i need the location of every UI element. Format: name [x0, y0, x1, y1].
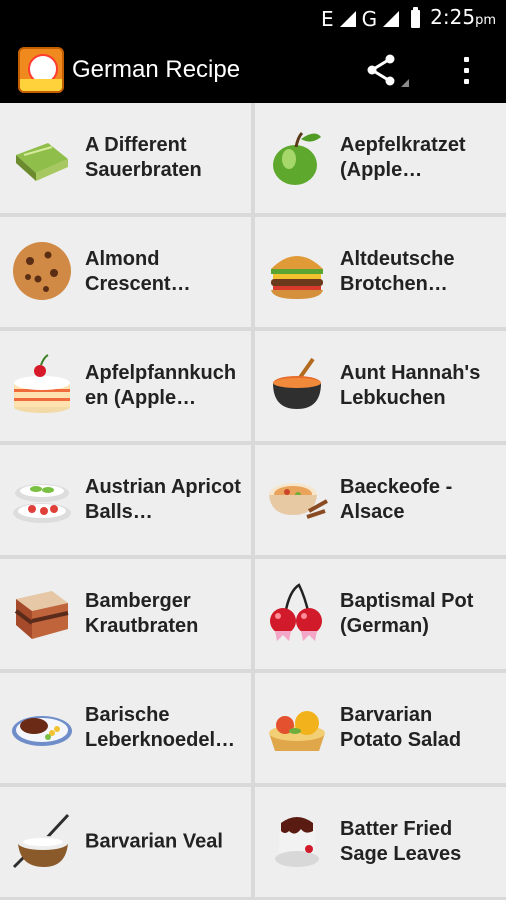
overflow-menu-button[interactable] [447, 51, 487, 91]
recipe-title: Aepfelkratzet (Apple… [340, 134, 466, 181]
recipe-title: Austrian Apricot Balls… [85, 476, 241, 523]
steak-plate-icon [12, 716, 72, 746]
signal-icon [339, 11, 356, 27]
share-icon [367, 54, 409, 87]
cookie-icon [13, 242, 71, 300]
app-logo-icon [18, 47, 64, 93]
recipe-title: Barvarian Potato Salad [340, 704, 462, 751]
recipe-tile[interactable]: Batter Fried Sage Leaves [255, 787, 506, 897]
rice-bowl-icon [12, 813, 70, 869]
recipe-tile[interactable]: Aunt Hannah's Lebkuchen [255, 331, 506, 441]
clock-ampm: pm [475, 13, 496, 28]
burger-icon [271, 256, 323, 299]
recipe-title: Batter Fried Sage Leaves [340, 818, 462, 865]
battery-icon [411, 7, 421, 28]
recipe-grid: A Different Sauerbraten Aepfelkratzet (A… [0, 103, 506, 900]
cherries-icon [270, 583, 322, 641]
share-button[interactable] [364, 51, 412, 91]
apple-icon [273, 131, 321, 185]
clock: 2:25pm [430, 7, 496, 31]
salad-plates-icon [13, 484, 71, 523]
recipe-tile[interactable]: Baptismal Pot (German) [255, 559, 506, 669]
recipe-tile[interactable]: Bamberger Krautbraten [0, 559, 251, 669]
chocolate-dessert-icon [275, 817, 319, 867]
app-title: German Recipe [72, 56, 241, 83]
signal-icon-2 [383, 11, 400, 27]
status-bar: E G 2:25pm [0, 0, 506, 37]
soup-bowl-icon [269, 483, 328, 519]
recipe-tile[interactable]: Barvarian Veal [0, 787, 251, 897]
recipe-tile[interactable]: Barvarian Potato Salad [255, 673, 506, 783]
network-type-label: E [321, 7, 334, 31]
recipe-tile[interactable]: Altdeutsche Brotchen… [255, 217, 506, 327]
recipe-title: Bamberger Krautbraten [85, 590, 199, 637]
recipe-tile[interactable]: Austrian Apricot Balls… [0, 445, 251, 555]
network-type-label-2: G [361, 7, 378, 31]
recipe-title: Aunt Hannah's Lebkuchen [340, 362, 481, 409]
recipe-title: Barische Leberknoedel… [85, 704, 236, 751]
recipe-title: Baptismal Pot (German) [340, 590, 474, 637]
recipe-title: Barvarian Veal [85, 830, 223, 853]
fruit-tart-icon [269, 711, 325, 751]
recipe-title: Baeckeofe - Alsace [340, 476, 453, 523]
recipe-tile[interactable]: Almond Crescent… [0, 217, 251, 327]
layer-cake-icon [14, 354, 70, 413]
recipe-title: Apfelpfannkuch en (Apple… [85, 362, 237, 409]
clock-time: 2:25 [430, 5, 476, 29]
cake-slice-icon [16, 143, 68, 181]
recipe-tile[interactable]: Aepfelkratzet (Apple… [255, 103, 506, 213]
recipe-tile[interactable]: Apfelpfannkuch en (Apple… [0, 331, 251, 441]
recipe-tile[interactable]: A Different Sauerbraten [0, 103, 251, 213]
recipe-tile[interactable]: Baeckeofe - Alsace [255, 445, 506, 555]
recipe-title: Almond Crescent… [85, 248, 191, 295]
status-icons: E G 2:25pm [321, 6, 496, 32]
recipe-tile[interactable]: Barische Leberknoedel… [0, 673, 251, 783]
recipe-title: Altdeutsche Brotchen… [340, 248, 455, 295]
app-bar: German Recipe [0, 37, 506, 103]
brownie-icon [14, 591, 69, 639]
recipe-title: A Different Sauerbraten [85, 134, 202, 181]
cooking-pot-icon [273, 357, 321, 409]
